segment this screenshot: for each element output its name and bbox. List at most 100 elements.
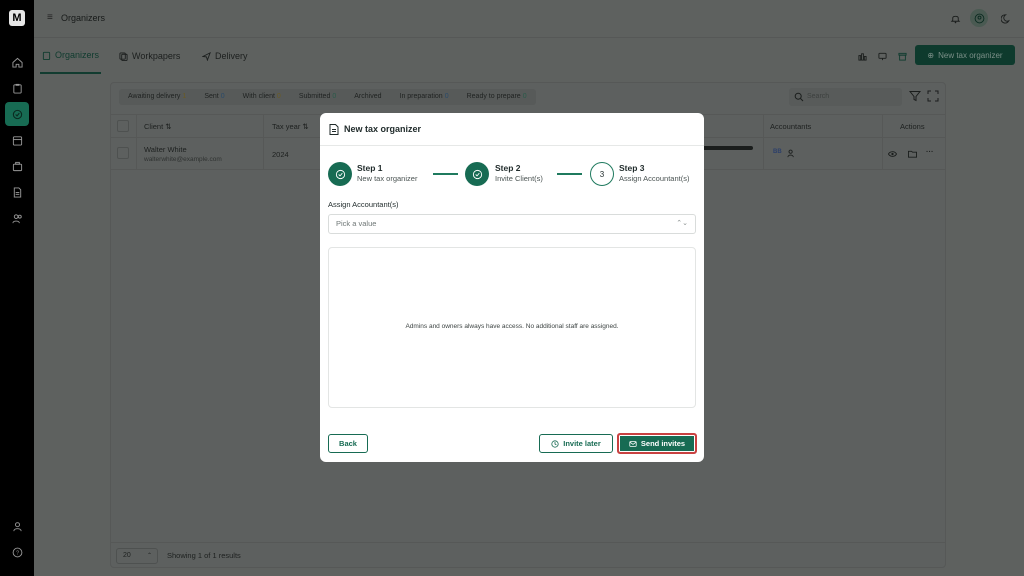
moon-icon[interactable] [998,10,1014,26]
invite-later-label: Invite later [563,439,601,448]
help-icon[interactable]: ? [9,544,25,560]
step-1-check-icon [328,162,352,186]
expand-icon[interactable] [927,90,939,102]
filter-ready-to-prepare[interactable]: Ready to prepare 0 [458,89,536,105]
filter-sent[interactable]: Sent 0 [195,89,233,105]
filter-label: Ready to prepare [466,93,521,100]
document-icon[interactable] [9,184,25,200]
new-tax-organizer-dialog: New tax organizer Step 1 New tax organiz… [320,113,704,462]
search-input[interactable]: Search [789,88,902,106]
column-actions: Actions [900,122,925,131]
step-2-check-icon [465,162,489,186]
page-title: Organizers [61,13,106,23]
empty-state-message: Admins and owners always have access. No… [405,323,619,330]
filter-label: In preparation [399,93,443,100]
tab-organizers[interactable]: Organizers [40,38,102,74]
client-email: walterwhite@example.com [144,156,222,163]
home-icon[interactable] [9,54,25,70]
mail-send-icon [629,440,637,447]
send-invites-label: Send invites [640,439,686,448]
filter-icon[interactable] [909,90,921,102]
filter-count: 0 [522,93,527,100]
back-label: Back [339,439,357,448]
filter-count: 1 [182,93,187,100]
users-icon[interactable] [9,210,25,226]
accountant-badge[interactable]: BB [773,149,782,155]
column-client[interactable]: Client ⇅ [144,122,172,131]
status-filters: Awaiting delivery 1 Sent 0 With client 0 Su… [119,89,536,105]
profile-icon[interactable] [9,518,25,534]
filter-submitted[interactable]: Submitted 0 [290,89,345,105]
tab-delivery[interactable]: Delivery [202,38,248,74]
assigned-staff-box: Admins and owners always have access. No… [328,247,696,408]
briefcase-icon[interactable] [9,158,25,174]
calendar-icon[interactable] [9,132,25,148]
invite-later-button[interactable]: Invite later [539,434,613,453]
step-3-subtitle: Assign Accountant(s) [619,174,690,183]
eye-icon[interactable] [888,150,897,158]
filter-label: Sent [204,93,219,100]
filter-count: 0 [220,93,225,100]
menu-icon[interactable]: ≡ [47,12,53,23]
filter-in-preparation[interactable]: In preparation 0 [391,89,458,105]
bell-icon[interactable] [947,10,963,26]
step-2-title: Step 2 [495,163,521,173]
clock-icon [551,439,559,448]
tab-workpapers[interactable]: Workpapers [119,38,180,74]
monitor-icon[interactable] [876,50,888,62]
filter-awaiting-delivery[interactable]: Awaiting delivery 1 [119,89,195,105]
copy-icon [119,51,128,61]
results-count: Showing 1 of 1 results [167,551,241,560]
dialog-header: New tax organizer [320,113,704,146]
page-size-select[interactable]: 20 ⌃ [116,548,158,564]
filter-label: Submitted [298,93,331,100]
select-all-checkbox[interactable] [117,120,129,132]
more-icon[interactable]: ··· [926,147,934,156]
filter-count: 0 [276,93,281,100]
send-invites-button[interactable]: Send invites [617,433,697,454]
row-checkbox[interactable] [117,147,129,159]
archive-icon[interactable] [896,50,908,62]
back-button[interactable]: Back [328,434,368,453]
tab-label: Workpapers [132,51,181,61]
folder-icon[interactable] [908,150,917,158]
send-icon [202,51,211,61]
new-tax-organizer-button[interactable]: ⊕ New tax organizer [915,45,1015,65]
client-name: Walter White [144,145,187,154]
search-placeholder: Search [807,93,830,100]
chevron-updown-icon: ⌃⌄ [676,220,688,227]
svg-text:?: ? [15,550,18,556]
assign-accountants-label: Assign Accountant(s) [328,200,399,209]
filter-label: Archived [354,93,382,100]
tab-label: Organizers [55,50,100,60]
step-3-number: 3 [590,162,614,186]
progress-bar [701,146,753,150]
sidebar: M ? [0,0,34,576]
topbar: ≡ Organizers [34,0,1024,38]
column-tax-year[interactable]: Tax year ⇅ [272,122,309,131]
avatar[interactable] [970,9,988,27]
clipboard-icon[interactable] [9,80,25,96]
chart-icon[interactable] [856,50,868,62]
organizers-nav-icon[interactable] [5,102,29,126]
step-1-title: Step 1 [357,163,383,173]
clipboard-icon [42,51,51,60]
filter-label: Awaiting delivery [128,93,181,100]
assign-user-icon[interactable] [787,149,796,158]
tax-year-value: 2024 [272,150,289,159]
select-placeholder: Pick a value [336,219,377,228]
app-logo[interactable]: M [9,10,25,26]
assign-accountants-select[interactable]: Pick a value ⌃⌄ [328,214,696,234]
chevron-updown-icon: ⌃ [146,553,152,559]
table-footer: 20 ⌃ Showing 1 of 1 results [111,542,945,568]
new-tax-organizer-label: New tax organizer [938,50,1003,60]
filter-label: With client [242,93,275,100]
dialog-title: New tax organizer [344,124,422,134]
filter-with-client[interactable]: With client 0 [234,89,290,105]
filter-archived[interactable]: Archived [345,89,390,105]
column-accountants: Accountants [770,122,812,131]
search-icon [794,92,804,102]
document-icon [329,124,339,135]
tab-label: Delivery [215,51,248,61]
page-size-value: 20 [123,552,131,559]
